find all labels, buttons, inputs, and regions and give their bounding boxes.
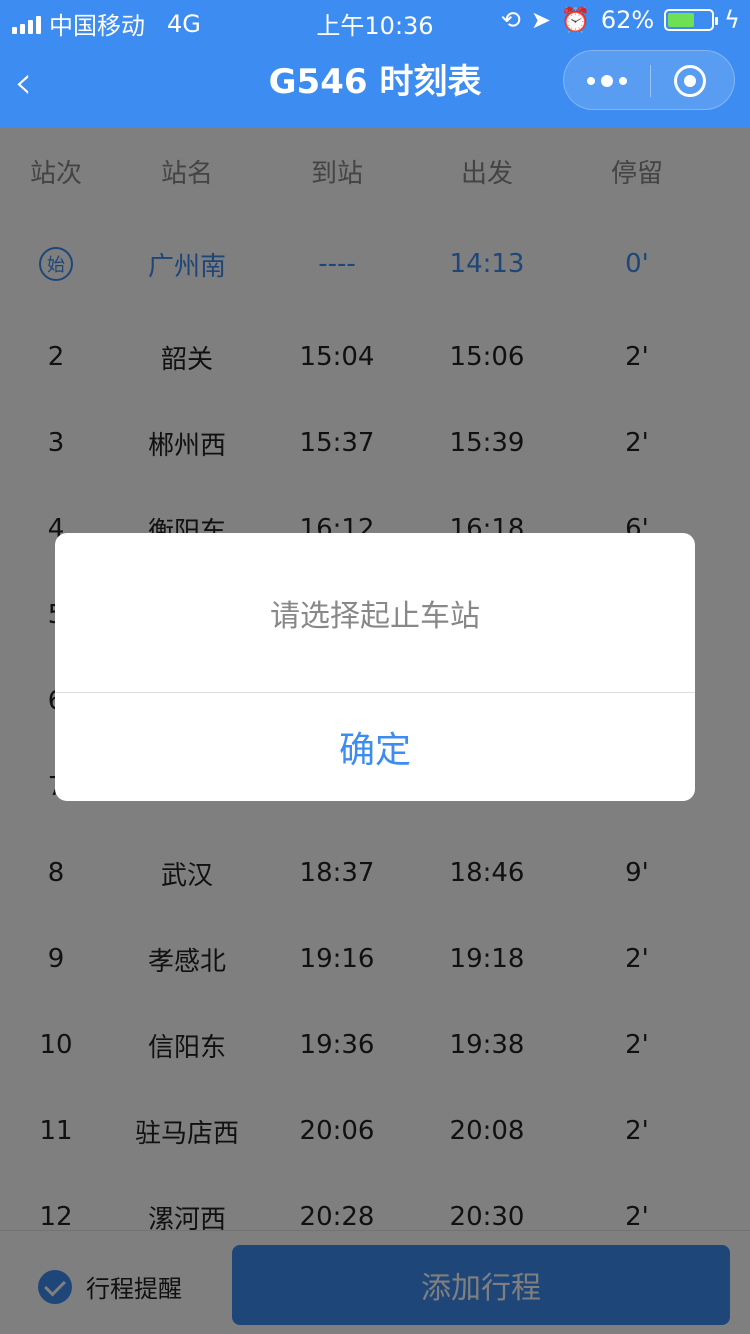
status-right: ⟲ ➤ ⏰ 62% ϟ <box>501 6 740 34</box>
capsule-divider <box>650 65 651 97</box>
confirm-button[interactable]: 确定 <box>55 693 695 800</box>
alert-dialog: 请选择起止车站 确定 <box>55 533 695 801</box>
more-dot-icon <box>619 77 627 85</box>
lock-rotation-icon: ⟲ <box>500 6 521 34</box>
more-button[interactable] <box>564 51 650 111</box>
miniprogram-capsule <box>563 50 735 110</box>
dialog-message: 请选择起止车站 <box>55 533 695 693</box>
more-dot-icon <box>601 75 613 87</box>
battery-icon <box>664 9 719 31</box>
alarm-icon: ⏰ <box>560 6 591 34</box>
close-miniprogram-button[interactable] <box>674 65 706 97</box>
more-dot-icon <box>587 77 595 85</box>
status-bar: 中国移动 4G 上午10:36 ⟲ ➤ ⏰ 62% ϟ <box>0 0 750 40</box>
battery-percent: 62% <box>600 6 655 34</box>
charging-icon: ϟ <box>724 6 740 34</box>
header: 中国移动 4G 上午10:36 ⟲ ➤ ⏰ 62% ϟ ‹ G546 时刻表 <box>0 0 750 128</box>
location-icon: ➤ <box>530 6 551 34</box>
